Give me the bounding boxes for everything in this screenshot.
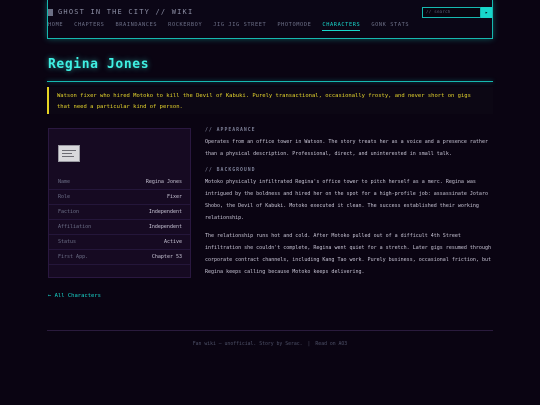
footer-ao3-link[interactable]: Read on AO3	[315, 342, 347, 347]
nav-home[interactable]: HOME	[48, 22, 63, 31]
infobox-rows: Name Regina Jones Role Fixer Faction Ind…	[49, 175, 190, 265]
page-title: Regina Jones	[48, 57, 150, 72]
footer-text: Fan wiki — unofficial. Story by Serac.	[192, 342, 303, 347]
infobox-key: Affiliation	[58, 224, 92, 230]
paragraph: The relationship runs hot and cold. Afte…	[205, 233, 491, 275]
infobox-row-first-appearance: First App. Chapter 53	[49, 250, 190, 265]
paragraph: Motoko physically infiltrated Regina's o…	[205, 179, 488, 221]
infobox-value: Regina Jones	[145, 179, 182, 185]
footer-separator: |	[307, 342, 311, 347]
search-arrow-icon[interactable]: ▸	[481, 7, 492, 18]
footer-divider	[47, 330, 493, 331]
title-divider	[47, 81, 493, 82]
infobox-key: Name	[58, 179, 71, 185]
back-to-characters-link[interactable]: ← All Characters	[48, 293, 101, 299]
search-box: ▸	[422, 7, 492, 18]
search-input[interactable]	[422, 7, 481, 18]
site-logo[interactable]: GHOST IN THE CITY // WIKI	[48, 8, 193, 16]
site-header: GHOST IN THE CITY // WIKI HOME CHAPTERS …	[47, 0, 493, 39]
main-nav: HOME CHAPTERS BRAINDANCES ROCKERBOY JIG …	[48, 22, 409, 31]
nav-characters[interactable]: CHARACTERS	[322, 22, 361, 31]
infobox-value: Chapter 53	[151, 254, 182, 260]
site-title: GHOST IN THE CITY // WIKI	[58, 8, 194, 16]
nav-jig-jig-street[interactable]: JIG JIG STREET	[213, 22, 266, 31]
character-card-icon	[58, 145, 80, 162]
infobox-key: First App.	[58, 254, 89, 260]
nav-braindances[interactable]: BRAINDANCES	[115, 22, 157, 31]
nav-rockerboy[interactable]: ROCKERBOY	[168, 22, 202, 31]
infobox-row-faction: Faction Independent	[49, 205, 190, 220]
infobox-row-role: Role Fixer	[49, 190, 190, 205]
infobox-value: Fixer	[166, 194, 182, 200]
nav-chapters[interactable]: CHAPTERS	[74, 22, 104, 31]
section-heading: // APPEARANCE	[205, 128, 256, 133]
infobox-row-status: Status Active	[49, 235, 190, 250]
character-infobox: Name Regina Jones Role Fixer Faction Ind…	[48, 128, 191, 278]
infobox-row-name: Name Regina Jones	[49, 175, 190, 190]
summary-quote: Watson fixer who hired Motoko to kill th…	[47, 87, 493, 114]
infobox-key: Role	[58, 194, 71, 200]
nav-gonk-stats[interactable]: GONK STATS	[371, 22, 409, 31]
article-content: // APPEARANCE Operates from an office to…	[205, 128, 495, 278]
paragraph: Operates from an office tower in Watson.…	[205, 139, 488, 157]
logo-mark-icon	[48, 8, 53, 16]
site-footer: Fan wiki — unofficial. Story by Serac. | R…	[0, 342, 540, 347]
infobox-row-affiliation: Affiliation Independent	[49, 220, 190, 235]
infobox-value: Active	[163, 239, 182, 245]
infobox-key: Faction	[58, 209, 80, 215]
nav-photomode[interactable]: PHOTOMODE	[277, 22, 311, 31]
section-appearance: // APPEARANCE Operates from an office to…	[205, 128, 495, 160]
section-heading: // BACKGROUND	[205, 168, 256, 173]
infobox-value: Independent	[148, 224, 182, 230]
infobox-value: Independent	[148, 209, 182, 215]
infobox-key: Status	[58, 239, 77, 245]
section-background: // BACKGROUND Motoko physically infiltra…	[205, 168, 495, 278]
